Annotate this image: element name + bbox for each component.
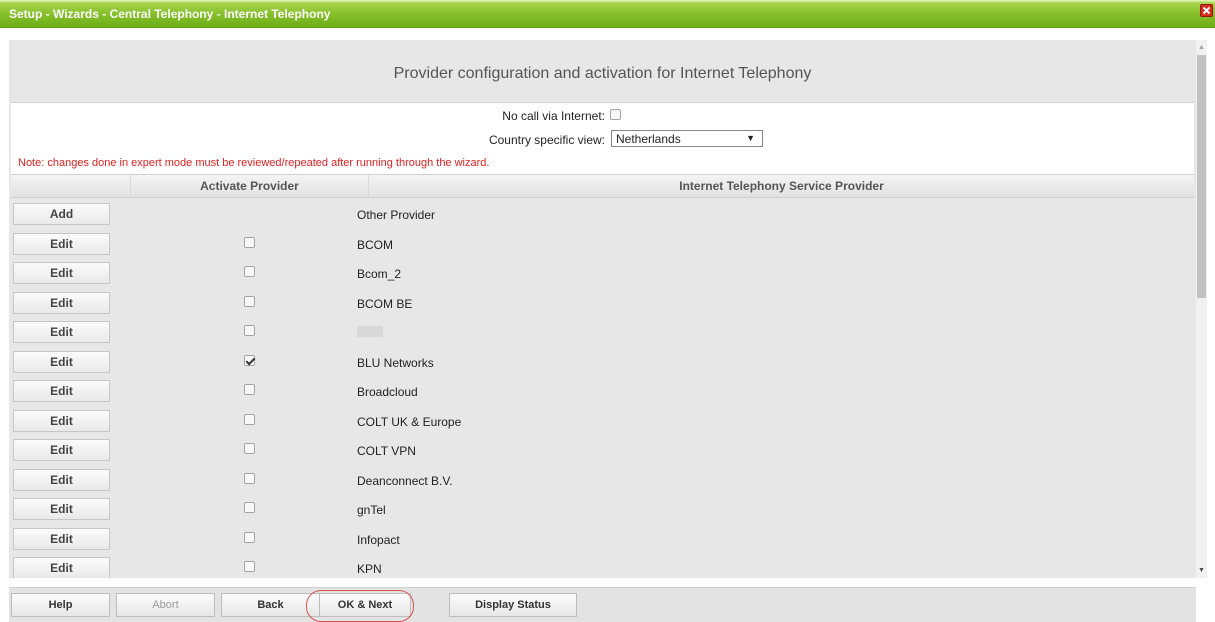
country-select-value: Netherlands <box>616 132 681 146</box>
provider-name: Deanconnect B.V. <box>357 473 453 488</box>
country-row: Country specific view: <box>11 130 1194 150</box>
col-header-actions <box>11 175 130 198</box>
window-title: Setup - Wizards - Central Telephony - In… <box>9 7 331 21</box>
activate-provider-checkbox[interactable] <box>244 295 255 307</box>
activate-provider-checkbox[interactable] <box>244 472 255 484</box>
table-row: Edit KPN <box>11 552 1194 578</box>
provider-name: Bcom_2 <box>357 267 402 281</box>
display-status-button[interactable]: Display Status <box>449 593 577 617</box>
table-row: Edit Bcom_2 <box>11 257 1194 287</box>
edit-provider-button[interactable]: Edit <box>13 468 110 491</box>
edit-provider-button[interactable]: Edit <box>13 262 110 284</box>
no-call-label: No call via Internet: <box>502 109 605 123</box>
footer-bar: Help Abort Back OK & Next Display Status <box>9 587 1196 622</box>
add-provider-button[interactable]: Add <box>13 203 110 225</box>
abort-button[interactable]: Abort <box>116 593 215 617</box>
page-heading: Provider configuration and activation fo… <box>393 65 812 82</box>
ok-next-button[interactable]: OK & Next <box>319 593 411 617</box>
edit-provider-button[interactable]: Edit <box>13 380 110 402</box>
edit-provider-button[interactable]: Edit <box>13 291 110 314</box>
close-icon[interactable] <box>1200 4 1213 17</box>
provider-name: Broadcloud <box>357 385 418 399</box>
table-row: Edit Deanconnect B.V. <box>11 464 1194 494</box>
activate-provider-checkbox[interactable] <box>244 266 255 277</box>
wizard-window: Setup - Wizards - Central Telephony - In… <box>0 0 1215 622</box>
provider-name: COLT UK & Europe <box>357 414 462 429</box>
expert-mode-note: Note: changes done in expert mode must b… <box>18 157 490 169</box>
activate-provider-checkbox[interactable] <box>244 384 255 395</box>
edit-provider-button[interactable]: Edit <box>13 527 110 550</box>
table-row: Add Other Provider <box>11 198 1194 228</box>
activate-provider-checkbox[interactable] <box>244 443 255 454</box>
provider-name: COLT VPN <box>357 444 416 458</box>
content-panel: Provider configuration and activation fo… <box>9 40 1196 578</box>
arrow-up-icon[interactable]: ▲ <box>1198 44 1205 51</box>
table-row: Edit Infopact <box>11 523 1194 553</box>
table-row: Edit COLT VPN <box>11 434 1194 464</box>
edit-provider-button[interactable]: Edit <box>13 321 110 343</box>
provider-name: BCOM <box>357 237 393 252</box>
edit-provider-button[interactable]: Edit <box>13 409 110 432</box>
provider-name: Infopact <box>357 532 400 547</box>
provider-name: BLU Networks <box>357 355 434 370</box>
provider-name: BCOM BE <box>357 296 413 311</box>
settings-panel: No call via Internet: Country specific v… <box>11 102 1194 174</box>
table-row: Edit BLU Networks <box>11 346 1194 376</box>
provider-name <box>357 326 383 337</box>
activate-provider-checkbox[interactable] <box>244 236 255 248</box>
edit-provider-button[interactable]: Edit <box>13 557 110 578</box>
provider-name: gnTel <box>357 503 386 517</box>
table-row: Edit COLT UK & Europe <box>11 405 1194 435</box>
activate-provider-checkbox[interactable] <box>244 502 255 513</box>
edit-provider-button[interactable]: Edit <box>13 498 110 520</box>
col-header-provider: Internet Telephony Service Provider <box>368 175 1194 198</box>
table-header: Activate Provider Internet Telephony Ser… <box>11 174 1194 198</box>
edit-provider-button[interactable]: Edit <box>13 439 110 461</box>
back-button[interactable]: Back <box>221 593 320 617</box>
title-bar: Setup - Wizards - Central Telephony - In… <box>0 0 1215 28</box>
table-row: Edit <box>11 316 1194 346</box>
col-header-activate: Activate Provider <box>130 175 368 198</box>
table-row: Edit BCOM BE <box>11 287 1194 317</box>
country-label: Country specific view: <box>488 133 605 147</box>
table-row: Edit gnTel <box>11 493 1194 523</box>
country-select[interactable]: Netherlands ▼ <box>611 130 763 147</box>
table-row: Edit BCOM <box>11 228 1194 258</box>
table-row: Edit Broadcloud <box>11 375 1194 405</box>
edit-provider-button[interactable]: Edit <box>13 350 110 373</box>
activate-provider-checkbox[interactable] <box>244 413 255 425</box>
arrow-down-icon[interactable]: ▼ <box>1198 567 1205 574</box>
help-button[interactable]: Help <box>11 593 110 617</box>
no-call-row: No call via Internet: <box>11 106 1194 126</box>
activate-provider-checkbox[interactable] <box>244 325 255 336</box>
provider-table: Add Other Provider Edit BCOM Edit Bcom_2 Edit B… <box>11 198 1194 578</box>
activate-provider-checkbox[interactable] <box>244 354 255 366</box>
provider-name: Other Provider <box>357 208 436 222</box>
chevron-down-icon: ▼ <box>746 133 755 143</box>
provider-name: KPN <box>357 562 382 576</box>
activate-provider-checkbox[interactable] <box>244 531 255 543</box>
activate-provider-checkbox[interactable] <box>244 561 255 572</box>
no-call-checkbox[interactable] <box>610 109 621 120</box>
vertical-scrollbar[interactable]: ▲ ▼ <box>1196 40 1207 578</box>
edit-provider-button[interactable]: Edit <box>13 232 110 255</box>
scrollbar-thumb[interactable] <box>1197 55 1206 298</box>
